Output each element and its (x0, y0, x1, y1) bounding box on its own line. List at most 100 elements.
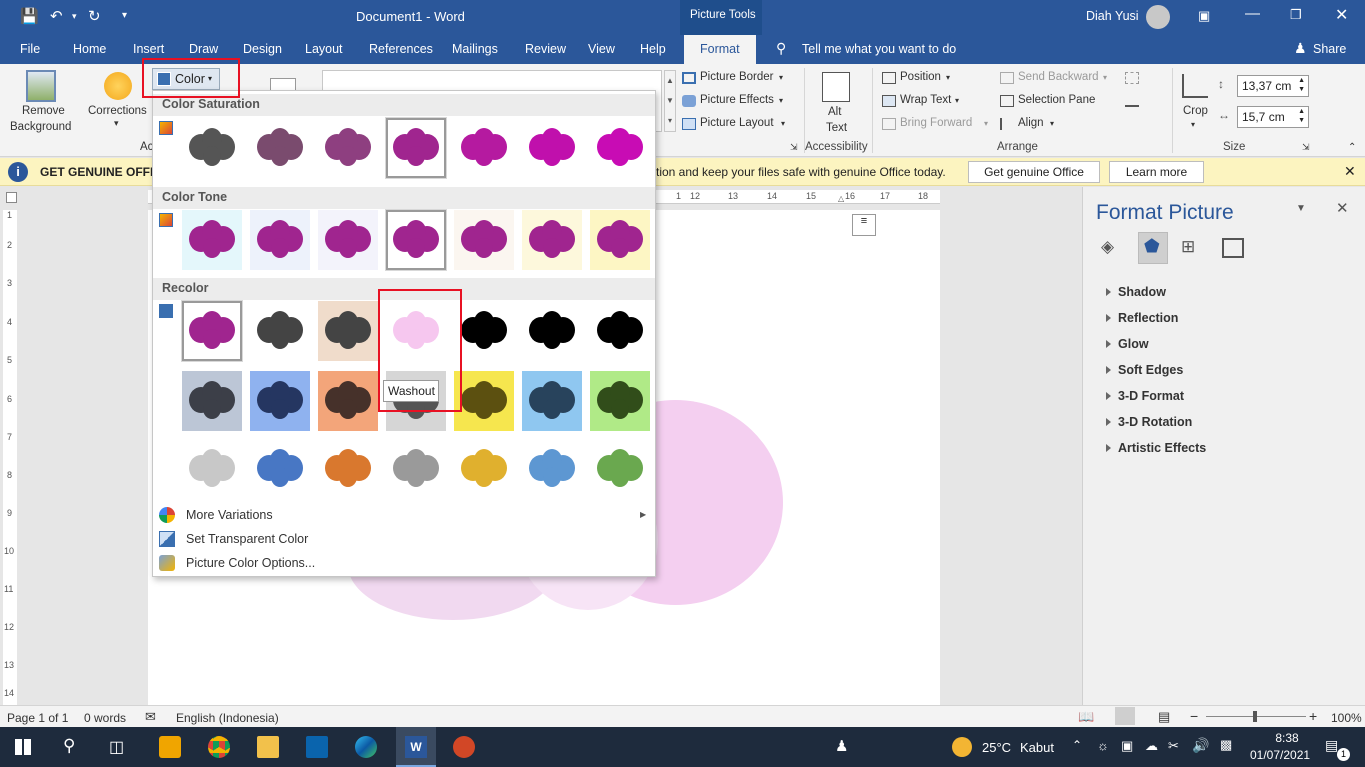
tab-selector[interactable] (6, 192, 17, 203)
gallery-scroll[interactable]: ▲ ▼ ▾ (664, 70, 676, 132)
recolor-option[interactable] (590, 301, 650, 361)
recolor-option[interactable] (590, 439, 650, 499)
3d-rotation-section[interactable]: 3-D Rotation (1105, 415, 1192, 429)
layout-properties-icon[interactable]: ⊞ (1181, 237, 1203, 259)
tone-option[interactable] (522, 210, 582, 270)
restore-icon[interactable]: ❐ (1290, 7, 1302, 23)
battery-icon[interactable]: ▣ (1121, 738, 1133, 754)
vertical-ruler[interactable]: 1 2 3 4 5 6 7 8 9 10 11 12 13 14 (3, 210, 17, 705)
chrome-icon[interactable] (208, 736, 230, 758)
minimize-icon[interactable]: — (1245, 5, 1260, 22)
clock-date[interactable]: 01/07/2021 (1250, 748, 1310, 762)
recolor-option[interactable] (522, 371, 582, 431)
web-layout-icon[interactable]: ▤ (1158, 709, 1170, 725)
corrections-button[interactable]: Corrections (88, 105, 147, 117)
ribbon-display-icon[interactable]: ▣ (1198, 8, 1210, 24)
share-button[interactable]: Share (1313, 42, 1346, 56)
picture-effects-button[interactable]: Picture Effects (700, 94, 774, 106)
picture-border-button[interactable]: Picture Border (700, 71, 774, 83)
print-layout-icon[interactable] (1115, 707, 1135, 725)
network-icon[interactable]: ☁ (1145, 738, 1158, 754)
tone-option[interactable] (385, 209, 447, 271)
recolor-option[interactable] (454, 301, 514, 361)
notification-icon[interactable]: ▤ (1325, 737, 1338, 754)
avatar[interactable] (1146, 5, 1170, 29)
weather-desc[interactable]: Kabut (1020, 740, 1054, 755)
undo-icon[interactable]: ↶ (50, 7, 63, 25)
tone-option[interactable] (182, 210, 242, 270)
set-transparent-color-item[interactable]: Set Transparent Color (186, 532, 308, 546)
language-icon[interactable]: ▩ (1220, 737, 1232, 753)
recolor-option[interactable] (590, 371, 650, 431)
saturation-option[interactable] (318, 118, 378, 178)
shadow-section[interactable]: Shadow (1106, 285, 1166, 299)
height-input[interactable]: 13,37 cm ▲ ▼ (1237, 75, 1309, 97)
get-genuine-office-button[interactable]: Get genuine Office (968, 161, 1100, 183)
recolor-option[interactable] (318, 371, 378, 431)
store-icon[interactable] (159, 736, 181, 758)
selection-pane-button[interactable]: Selection Pane (1018, 94, 1095, 106)
clock-time[interactable]: 8:38 (1264, 731, 1310, 745)
task-view-icon[interactable]: ◫ (109, 737, 124, 757)
edge-icon[interactable] (355, 736, 377, 758)
weather-temp[interactable]: 25°C (982, 740, 1011, 755)
wifi-icon[interactable]: ☼ (1097, 738, 1109, 753)
tab-references[interactable]: References (369, 42, 433, 56)
tab-draw[interactable]: Draw (189, 42, 218, 56)
width-input[interactable]: 15,7 cm ▲ ▼ (1237, 106, 1309, 128)
saturation-option[interactable] (182, 118, 242, 178)
search-icon[interactable]: ⚲ (63, 736, 75, 756)
input-method-icon[interactable]: ✂ (1168, 738, 1179, 754)
reflection-section[interactable]: Reflection (1105, 311, 1178, 325)
zoom-level[interactable]: 100% (1331, 711, 1362, 725)
recolor-option[interactable] (386, 439, 446, 499)
language-indicator[interactable]: English (Indonesia) (176, 711, 279, 725)
tab-view[interactable]: View (588, 42, 615, 56)
rotate-icon[interactable] (1125, 95, 1139, 107)
tone-option[interactable] (454, 210, 514, 270)
picture-layout-button[interactable]: Picture Layout (700, 117, 774, 129)
tab-design[interactable]: Design (243, 42, 282, 56)
collapse-ribbon-icon[interactable]: ⌃ (1348, 142, 1356, 153)
file-explorer-icon[interactable] (257, 736, 279, 758)
alt-text-button[interactable]: Alt (828, 106, 841, 118)
artistic-effects-section[interactable]: Artistic Effects (1105, 441, 1206, 455)
zoom-slider-thumb[interactable] (1253, 711, 1257, 722)
position-button[interactable]: Position (900, 71, 941, 83)
saturation-option[interactable] (522, 118, 582, 178)
layout-options-icon[interactable]: ≡ (852, 214, 876, 236)
dialog-launcher-icon[interactable]: ⇲ (790, 142, 798, 153)
zoom-in-icon[interactable]: + (1309, 708, 1317, 724)
tab-layout[interactable]: Layout (305, 42, 343, 56)
close-icon[interactable]: ✕ (1335, 5, 1348, 25)
recolor-option[interactable] (182, 439, 242, 499)
page-count[interactable]: Page 1 of 1 (7, 711, 68, 725)
recolor-option[interactable] (522, 439, 582, 499)
dialog-launcher-icon[interactable]: ⇲ (1302, 142, 1310, 153)
fill-line-icon[interactable]: ◈ (1101, 237, 1123, 259)
picture-color-options-item[interactable]: Picture Color Options... (186, 556, 315, 570)
learn-more-button[interactable]: Learn more (1109, 161, 1204, 183)
recolor-option[interactable] (318, 439, 378, 499)
recolor-option[interactable] (250, 439, 310, 499)
tab-file[interactable]: File (20, 42, 40, 56)
soft-edges-section[interactable]: Soft Edges (1105, 363, 1183, 377)
tone-option[interactable] (250, 210, 310, 270)
powerpoint-icon[interactable] (453, 736, 475, 758)
tab-review[interactable]: Review (525, 42, 566, 56)
recolor-option[interactable] (181, 300, 243, 362)
customize-qat-icon[interactable]: ▾ (122, 10, 127, 21)
mail-icon[interactable] (306, 736, 328, 758)
tab-format[interactable]: Format (684, 35, 756, 64)
recolor-option[interactable] (250, 301, 310, 361)
word-taskbar-button[interactable]: W (396, 727, 436, 767)
zoom-out-icon[interactable]: − (1190, 708, 1198, 724)
close-message-icon[interactable]: ✕ (1344, 163, 1356, 180)
send-backward-button[interactable]: Send Backward (1018, 71, 1099, 83)
wrap-text-button[interactable]: Wrap Text (900, 94, 951, 106)
effects-tab[interactable]: ⬟ (1138, 232, 1168, 264)
crop-button[interactable]: Crop (1183, 105, 1208, 117)
saturation-option[interactable] (454, 118, 514, 178)
tone-option[interactable] (318, 210, 378, 270)
align-button[interactable]: Align (1018, 117, 1044, 129)
